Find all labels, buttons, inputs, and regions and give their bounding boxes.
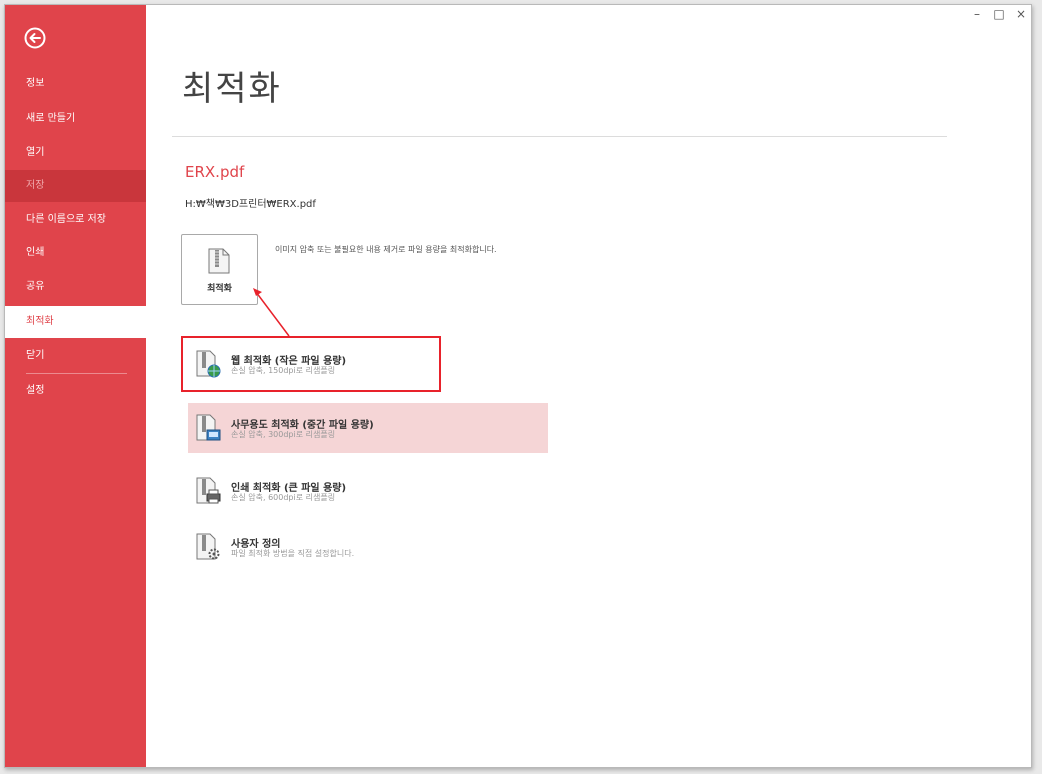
- app-window: 정보 새로 만들기 열기 저장 다른 이름으로 저장 인쇄 공유 최적화 닫기 …: [4, 4, 1032, 768]
- annotation-arrow: [253, 288, 290, 337]
